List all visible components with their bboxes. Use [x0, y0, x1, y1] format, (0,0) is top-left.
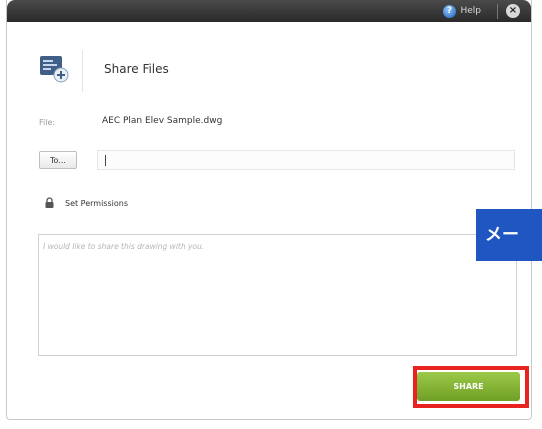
share-files-icon — [40, 56, 69, 83]
text-caret — [105, 155, 106, 166]
help-icon[interactable]: ? — [443, 5, 456, 18]
header-divider — [82, 50, 83, 92]
file-name: AEC Plan Elev Sample.dwg — [102, 116, 223, 126]
message-textarea[interactable]: I would like to share this drawing with … — [38, 234, 517, 356]
set-permissions-link[interactable]: Set Permissions — [65, 199, 128, 208]
share-files-dialog: ? Help × Share Files File: AEC Plan Elev… — [6, 0, 532, 420]
close-icon[interactable]: × — [506, 4, 520, 18]
title-bar-divider — [497, 4, 498, 19]
title-bar: ? Help × — [7, 0, 531, 22]
help-link[interactable]: Help — [460, 5, 481, 18]
file-label: File: — [39, 118, 56, 127]
to-button[interactable]: To... — [39, 151, 77, 169]
dialog-title: Share Files — [104, 62, 169, 76]
side-tab[interactable]: メー — [476, 209, 542, 261]
lock-icon[interactable] — [44, 197, 55, 209]
recipients-input[interactable] — [97, 150, 515, 170]
share-button[interactable]: SHARE — [417, 372, 520, 401]
screen: ? Help × Share Files File: AEC Plan Elev… — [0, 0, 542, 429]
